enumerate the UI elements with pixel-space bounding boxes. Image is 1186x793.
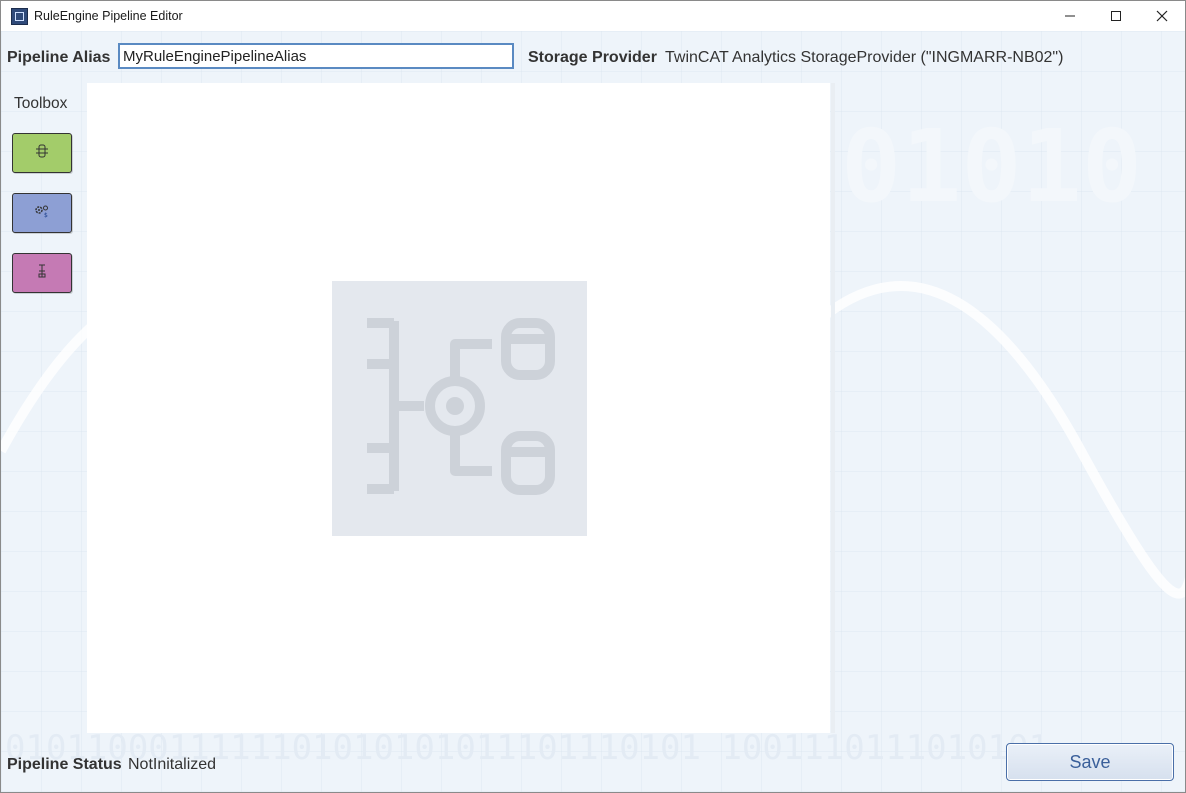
- canvas-splitter[interactable]: [831, 83, 835, 733]
- toolbox-label: Toolbox: [14, 95, 68, 112]
- window-title: RuleEngine Pipeline Editor: [34, 9, 183, 23]
- svg-text:01010: 01010: [841, 108, 1142, 225]
- pipeline-canvas[interactable]: [87, 83, 830, 733]
- save-button[interactable]: Save: [1006, 743, 1174, 781]
- window-controls: [1047, 1, 1185, 31]
- rules-gear-icon: $: [34, 204, 50, 223]
- pipeline-placeholder-icon: [332, 281, 587, 536]
- minimize-icon[interactable]: [1047, 1, 1093, 31]
- close-icon[interactable]: [1139, 1, 1185, 31]
- input-module-icon: [35, 144, 49, 163]
- toolbox-input-button[interactable]: [12, 133, 72, 173]
- header-row: Pipeline Alias Storage Provider TwinCAT …: [1, 41, 1185, 73]
- app-icon: [11, 7, 28, 25]
- output-module-icon: [36, 263, 48, 284]
- storage-provider-label: Storage Provider: [528, 49, 657, 66]
- toolbox-output-button[interactable]: [12, 253, 72, 293]
- storage-provider-value: TwinCAT Analytics StorageProvider ("INGM…: [665, 49, 1064, 66]
- maximize-icon[interactable]: [1093, 1, 1139, 31]
- main-window: 01010 0101100011111101010101011101110101…: [0, 0, 1186, 793]
- pipeline-alias-label: Pipeline Alias: [7, 49, 111, 66]
- pipeline-alias-input[interactable]: [118, 43, 514, 69]
- pipeline-status-label: Pipeline Status: [7, 756, 122, 773]
- pipeline-status-value: NotInitalized: [128, 756, 217, 773]
- svg-text:$: $: [44, 212, 48, 218]
- title-bar: RuleEngine Pipeline Editor: [1, 1, 1185, 31]
- toolbox-rules-button[interactable]: $: [12, 193, 72, 233]
